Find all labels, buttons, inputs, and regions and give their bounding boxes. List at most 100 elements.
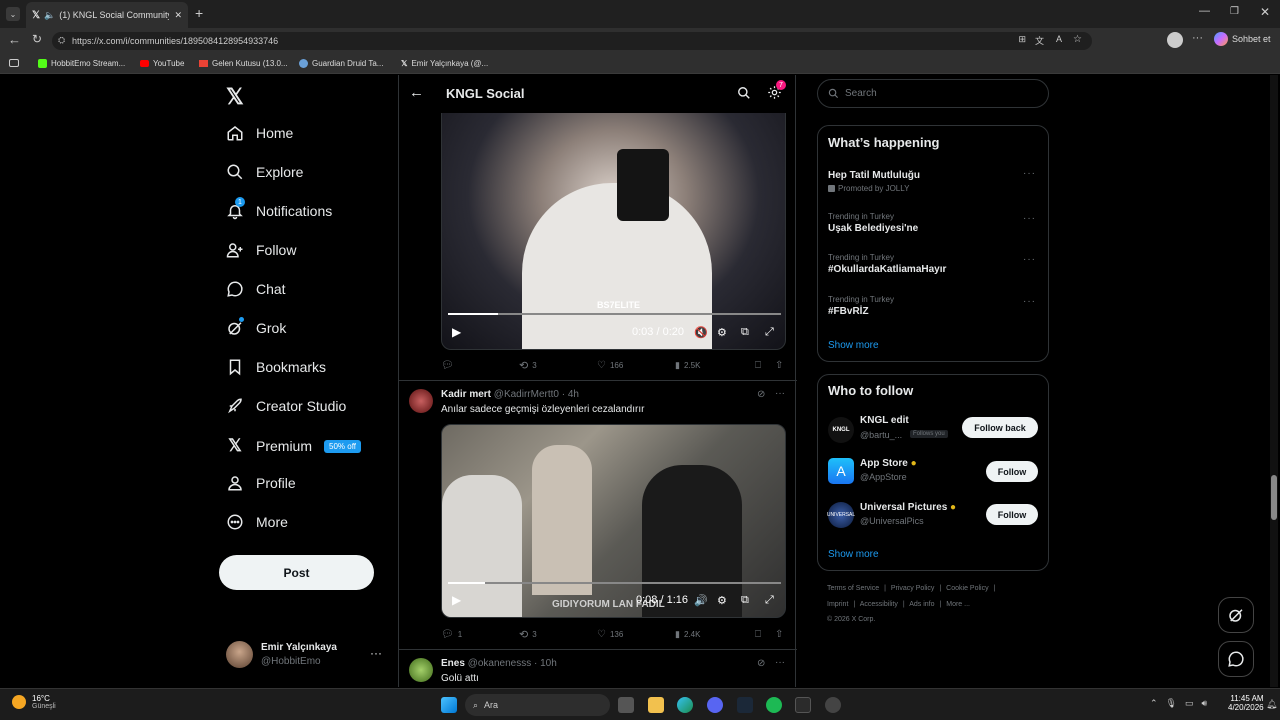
- account-row[interactable]: UNIVERSAL Universal Pictures ● @Universa…: [827, 502, 978, 532]
- notification-center-icon[interactable]: 🔔︎: [1266, 699, 1277, 710]
- post-button[interactable]: Post: [219, 555, 374, 590]
- favorite-star-icon[interactable]: ☆: [1073, 34, 1082, 45]
- close-window-icon[interactable]: ✕: [1260, 5, 1270, 19]
- bookmark-youtube[interactable]: YouTube: [140, 59, 184, 68]
- views-button[interactable]: ▮ 2.4K: [675, 629, 755, 640]
- follow-back-button[interactable]: Follow back: [962, 417, 1038, 438]
- fullscreen-icon[interactable]: ⤢: [765, 326, 774, 339]
- windows-start-icon[interactable]: [441, 697, 457, 713]
- refresh-icon[interactable]: ↻: [32, 32, 42, 46]
- like-button[interactable]: ♡ 166: [597, 360, 675, 371]
- show-more-link[interactable]: Show more: [828, 340, 879, 351]
- account-row[interactable]: A App Store ● @AppStore: [828, 458, 978, 488]
- author-name[interactable]: Enes: [441, 658, 465, 669]
- author-name[interactable]: Kadir mert: [441, 389, 491, 400]
- trend-item[interactable]: Trending in Turkey #FBvRİZ: [828, 295, 1038, 317]
- address-bar[interactable]: ⛭ https://x.com/i/communities/1895084128…: [52, 32, 1092, 50]
- search-icon[interactable]: [737, 86, 751, 100]
- messages-float-button[interactable]: [1218, 641, 1254, 677]
- trend-more-icon[interactable]: ···: [1023, 213, 1036, 224]
- app-icon[interactable]: ⊞: [1018, 34, 1026, 45]
- nav-follow[interactable]: Follow: [226, 241, 296, 259]
- nav-explore[interactable]: Explore: [226, 163, 303, 181]
- bookmark-emir[interactable]: 𝕏 Emir Yalçınkaya (@...: [401, 59, 488, 68]
- page-scrollbar[interactable]: [1270, 75, 1278, 687]
- fullscreen-icon[interactable]: ⤢: [765, 594, 774, 607]
- pip-icon[interactable]: ⧉: [741, 594, 749, 607]
- footer-link[interactable]: Cookie Policy: [946, 585, 988, 592]
- app-icon[interactable]: [825, 697, 841, 713]
- browser-tab[interactable]: 𝕏 🔈 (1) KNGL Social Community / ✕: [26, 2, 188, 28]
- grok-post-icon[interactable]: ⊘: [757, 389, 765, 400]
- profile-avatar-icon[interactable]: [1167, 32, 1183, 48]
- bookmark-gmail[interactable]: Gelen Kutusu (13.0...: [199, 59, 288, 68]
- video-player[interactable]: BS7ELITE ▶ 0:03 / 0:20 🔇 ⚙ ⧉ ⤢: [441, 113, 786, 350]
- footer-link[interactable]: Terms of Service: [827, 585, 879, 592]
- trend-more-icon[interactable]: ···: [1023, 296, 1036, 307]
- maximize-icon[interactable]: ❐: [1230, 6, 1239, 17]
- account-switcher[interactable]: Emir Yalçınkaya @HobbitEmo ···: [226, 639, 386, 669]
- volume-icon[interactable]: 🔊: [694, 594, 708, 607]
- footer-link[interactable]: Privacy Policy: [891, 585, 935, 592]
- post-time[interactable]: · 10h: [534, 658, 557, 669]
- footer-link[interactable]: Ads info: [909, 601, 934, 608]
- nav-creator-studio[interactable]: Creator Studio: [226, 397, 346, 415]
- trend-more-icon[interactable]: ···: [1023, 168, 1036, 179]
- repost-button[interactable]: ⟲ 3: [519, 359, 597, 372]
- video-settings-icon[interactable]: ⚙: [717, 594, 727, 607]
- avatar[interactable]: [409, 658, 433, 682]
- nav-more[interactable]: More: [226, 513, 288, 531]
- file-explorer-icon[interactable]: [648, 697, 664, 713]
- share-button[interactable]: ⇧: [775, 629, 783, 640]
- author-handle[interactable]: @KadirrMertt0: [494, 389, 559, 400]
- nav-home[interactable]: Home: [226, 124, 293, 142]
- author-handle[interactable]: @okanenesss: [468, 658, 532, 669]
- trend-item[interactable]: Trending in Turkey Uşak Belediyesi'ne: [828, 212, 1038, 234]
- footer-link[interactable]: Accessibility: [860, 601, 898, 608]
- tray-icons[interactable]: ⌃🎙︎▭🔊︎: [1150, 698, 1215, 709]
- footer-link[interactable]: More ...: [946, 601, 970, 608]
- x-logo-icon[interactable]: 𝕏: [226, 84, 244, 110]
- edge-icon[interactable]: [677, 697, 693, 713]
- back-arrow-icon[interactable]: ←: [409, 84, 424, 101]
- nav-bookmarks[interactable]: Bookmarks: [226, 358, 326, 376]
- share-button[interactable]: ⇧: [775, 360, 783, 371]
- mute-icon[interactable]: 🔇: [694, 326, 708, 339]
- follow-button[interactable]: Follow: [986, 461, 1038, 482]
- bookmark-hobbitemo[interactable]: HobbitEmo Stream...: [38, 59, 125, 68]
- trend-item[interactable]: Hep Tatil Mutluluğu Promoted by JOLLY: [828, 168, 1038, 193]
- copilot-button[interactable]: Sohbet et: [1214, 32, 1271, 46]
- bookmark-guardian[interactable]: Guardian Druid Ta...: [299, 59, 383, 68]
- like-button[interactable]: ♡ 136: [597, 629, 675, 640]
- nav-profile[interactable]: Profile: [226, 474, 296, 492]
- audio-icon[interactable]: 🔈: [44, 10, 55, 21]
- tab-list-icon[interactable]: ⌄: [6, 7, 20, 21]
- play-icon[interactable]: ▶: [452, 593, 461, 607]
- footer-link[interactable]: Imprint: [827, 601, 848, 608]
- minimize-icon[interactable]: —: [1199, 5, 1210, 17]
- nav-grok[interactable]: Grok: [226, 317, 286, 337]
- scrollbar-thumb[interactable]: [1271, 475, 1277, 520]
- bookmark-folder-icon[interactable]: [9, 59, 19, 67]
- reply-button[interactable]: 💬︎: [441, 360, 519, 371]
- bookmark-post-button[interactable]: ⎕: [755, 360, 775, 371]
- views-button[interactable]: ▮ 2.5K: [675, 360, 755, 371]
- post-time[interactable]: · 4h: [562, 389, 579, 400]
- pip-icon[interactable]: ⧉: [741, 326, 749, 339]
- site-info-icon[interactable]: ⛭: [58, 35, 65, 46]
- trend-item[interactable]: Trending in Turkey #OkullardaKatliamaHay…: [828, 253, 1038, 275]
- account-more-icon[interactable]: ···: [370, 646, 382, 660]
- follow-button[interactable]: Follow: [986, 504, 1038, 525]
- steam-icon[interactable]: [737, 697, 753, 713]
- back-icon[interactable]: ←: [8, 32, 21, 47]
- post-more-icon[interactable]: ···: [775, 388, 785, 399]
- nav-notifications[interactable]: 1 Notifications: [226, 197, 332, 220]
- nav-chat[interactable]: Chat: [226, 280, 286, 298]
- nav-premium[interactable]: 𝕏 Premium 50% off: [226, 436, 361, 456]
- terminal-icon[interactable]: [795, 697, 811, 713]
- video-player[interactable]: GIDIYORUM LAN FADIL ▶ 0:08 / 1:16 🔊 ⚙ ⧉ …: [441, 424, 786, 618]
- bookmark-post-button[interactable]: ⎕: [755, 629, 775, 640]
- close-tab-icon[interactable]: ✕: [174, 10, 182, 21]
- new-tab-icon[interactable]: +: [195, 5, 203, 21]
- taskbar-search[interactable]: ⌕ Ara: [465, 694, 610, 716]
